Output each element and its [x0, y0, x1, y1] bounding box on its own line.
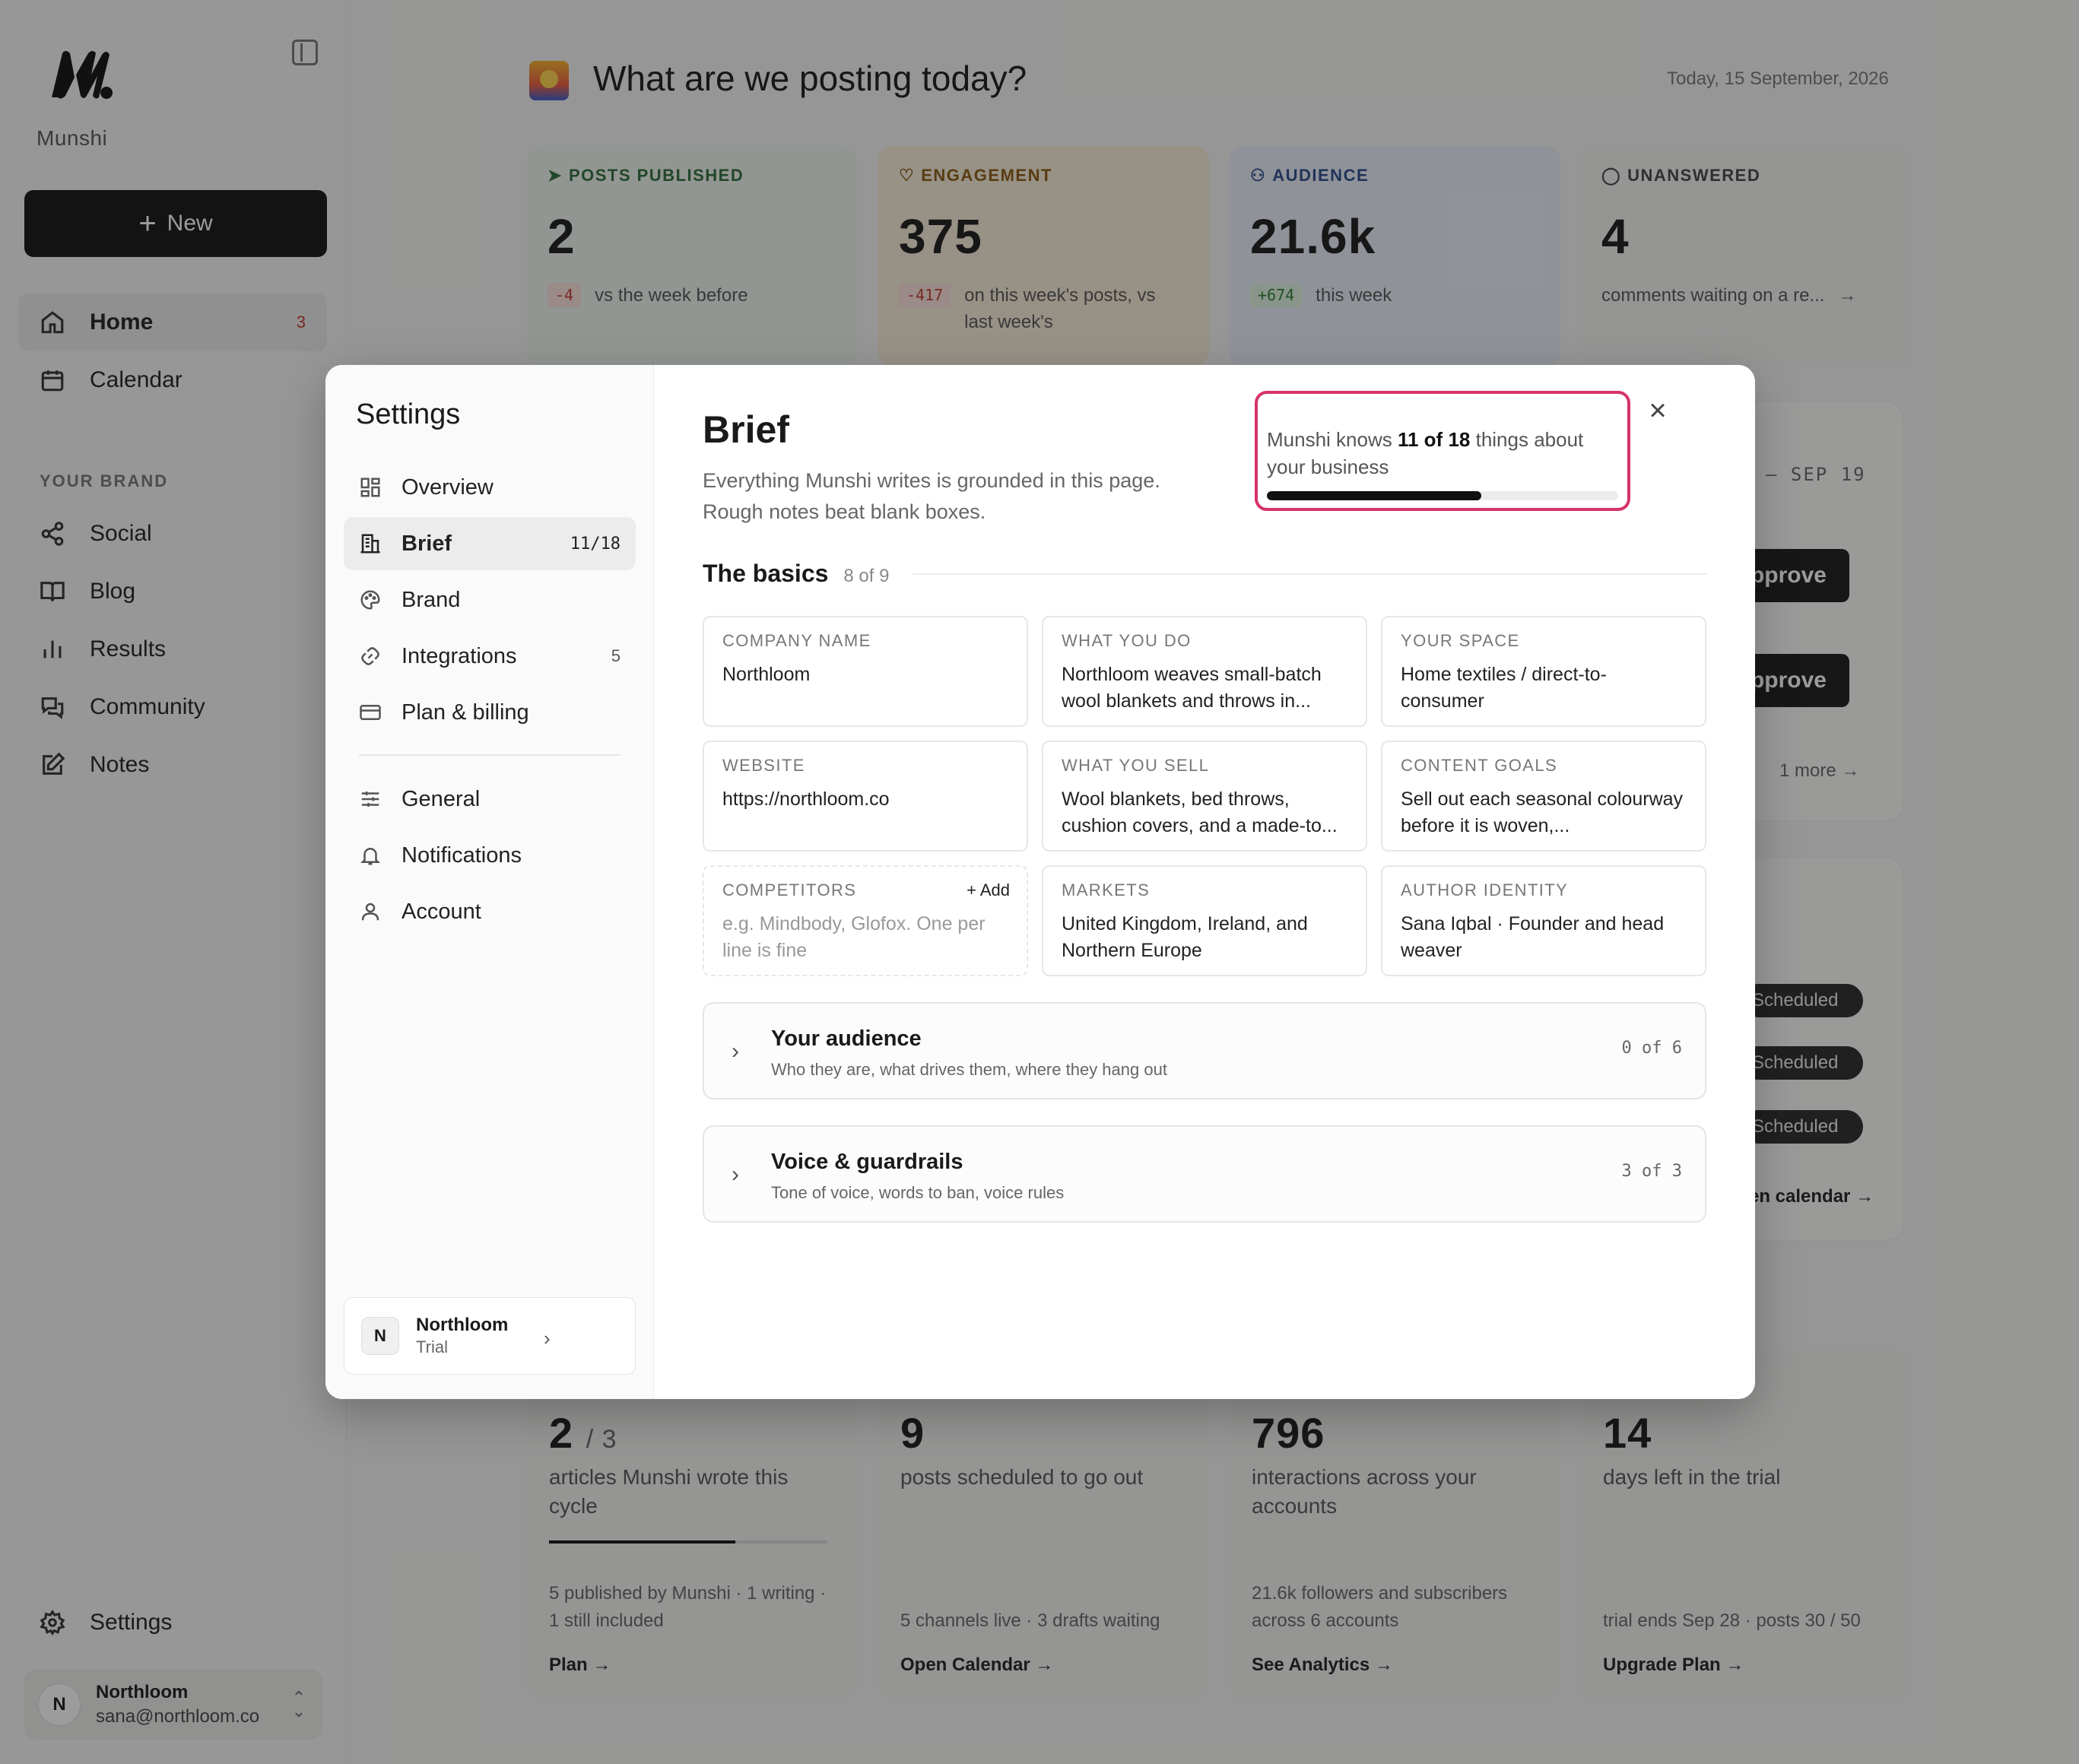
field-what-you-do[interactable]: WHAT YOU DO Northloom weaves small-batch…: [1042, 616, 1367, 727]
field-company-name[interactable]: COMPANY NAME Northloom: [703, 616, 1028, 727]
settings-nav-notifications[interactable]: Notifications: [344, 829, 636, 882]
grid-icon: [359, 476, 382, 499]
link-icon: [359, 645, 382, 668]
basics-divider: [913, 573, 1706, 575]
settings-nav-account[interactable]: Account: [344, 885, 636, 938]
workspace-avatar: N: [361, 1317, 399, 1355]
settings-nav-brand[interactable]: Brand: [344, 573, 636, 627]
user-icon: [359, 900, 382, 923]
chevron-right-icon: ›: [732, 1039, 739, 1064]
credit-card-icon: [359, 701, 382, 724]
settings-nav-label: Brief: [402, 531, 452, 556]
settings-nav-label: Plan & billing: [402, 700, 529, 725]
settings-title: Settings: [356, 398, 461, 430]
field-website[interactable]: WEBSITE https://northloom.co: [703, 741, 1028, 852]
basics-heading: The basics 8 of 9: [703, 560, 890, 587]
chevron-right-icon: ›: [544, 1327, 551, 1350]
nav-divider: [359, 754, 621, 756]
settings-nav-label: Notifications: [402, 842, 522, 868]
building-icon: [359, 532, 382, 555]
knowledge-progress-card: Munshi knows 11 of 18 things about your …: [1255, 391, 1630, 511]
close-icon[interactable]: ×: [1643, 395, 1673, 426]
brief-title: Brief: [703, 408, 789, 451]
field-competitors[interactable]: COMPETITORS + Add e.g. Mindbody, Glofox.…: [703, 865, 1028, 976]
settings-nav-billing[interactable]: Plan & billing: [344, 686, 636, 739]
section-desc: Tone of voice, words to ban, voice rules: [771, 1183, 1065, 1202]
section-count: 0 of 6: [1621, 1039, 1682, 1058]
settings-nav-label: General: [402, 786, 481, 811]
workspace-switcher[interactable]: N Northloom Trial ›: [344, 1297, 636, 1375]
palette-icon: [359, 589, 382, 611]
section-desc: Who they are, what drives them, where th…: [771, 1060, 1167, 1079]
settings-nav-brief[interactable]: Brief 11/18: [344, 517, 636, 570]
field-author-identity[interactable]: AUTHOR IDENTITY Sana Iqbal · Founder and…: [1381, 865, 1706, 976]
field-your-space[interactable]: YOUR SPACE Home textiles / direct-to-con…: [1381, 616, 1706, 727]
settings-nav-overview[interactable]: Overview: [344, 461, 636, 514]
competitors-placeholder: e.g. Mindbody, Glofox. One per line is f…: [722, 913, 986, 961]
sliders-icon: [359, 788, 382, 811]
field-what-you-sell[interactable]: WHAT YOU SELL Wool blankets, bed throws,…: [1042, 741, 1367, 852]
workspace-name: Northloom: [416, 1315, 509, 1335]
settings-nav-general[interactable]: General: [344, 773, 636, 826]
settings-nav-label: Brand: [402, 587, 461, 612]
knowledge-progress-bar: [1267, 491, 1618, 500]
chevron-right-icon: ›: [732, 1162, 739, 1187]
settings-nav-label: Account: [402, 899, 481, 924]
section-title: Your audience: [771, 1026, 922, 1051]
basics-count: 8 of 9: [843, 566, 890, 586]
settings-modal: Settings Overview Brief 11/18 Brand Inte…: [325, 365, 1755, 1399]
add-competitor-button[interactable]: + Add: [966, 880, 1010, 900]
workspace-tier: Trial: [416, 1337, 448, 1356]
section-voice-guardrails[interactable]: › Voice & guardrails Tone of voice, word…: [703, 1125, 1706, 1223]
brief-count: 11/18: [570, 534, 621, 554]
settings-nav-integrations[interactable]: Integrations 5: [344, 630, 636, 683]
field-markets[interactable]: MARKETS United Kingdom, Ireland, and Nor…: [1042, 865, 1367, 976]
bell-icon: [359, 844, 382, 867]
settings-nav-label: Integrations: [402, 643, 517, 668]
section-your-audience[interactable]: › Your audience Who they are, what drive…: [703, 1002, 1706, 1099]
section-title: Voice & guardrails: [771, 1150, 963, 1174]
settings-nav: Settings Overview Brief 11/18 Brand Inte…: [325, 365, 654, 1399]
field-content-goals[interactable]: CONTENT GOALS Sell out each seasonal col…: [1381, 741, 1706, 852]
section-count: 3 of 3: [1621, 1162, 1682, 1181]
brief-panel: Brief Everything Munshi writes is ground…: [654, 365, 1755, 1399]
knowledge-text: Munshi knows 11 of 18 things about your …: [1267, 428, 1584, 479]
integrations-count: 5: [611, 646, 621, 665]
brief-subtitle: Everything Munshi writes is grounded in …: [703, 469, 1160, 523]
settings-nav-label: Overview: [402, 474, 494, 500]
